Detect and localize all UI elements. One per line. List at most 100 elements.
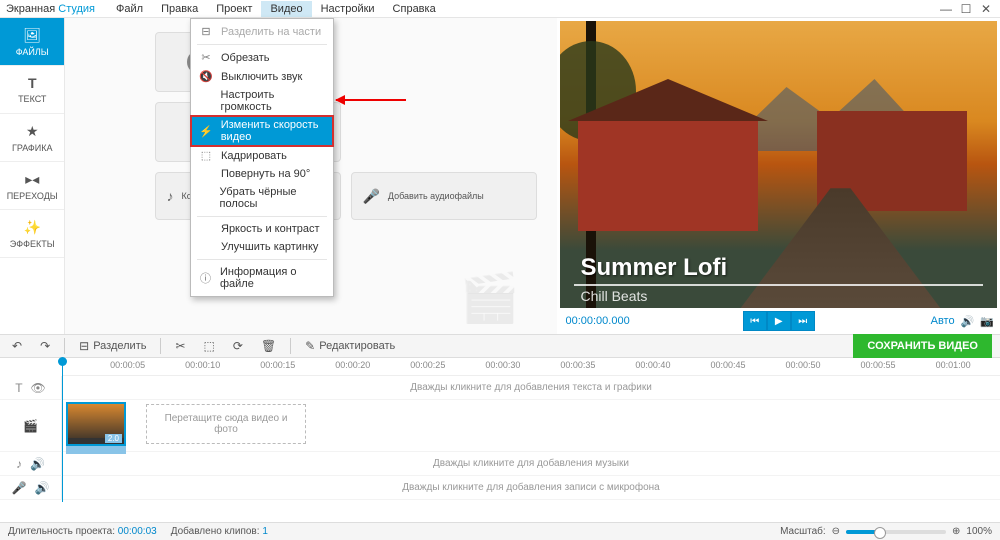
app-name: Экранная Студия	[6, 3, 95, 15]
split-button[interactable]: ⊟Разделить	[75, 337, 150, 355]
track-mic[interactable]: 🎤🔊 Дважды кликните для добавления записи…	[0, 476, 1000, 500]
speaker-icon[interactable]: 🔊	[30, 457, 45, 471]
delete-button[interactable]: 🗑	[257, 337, 280, 355]
split-icon: ⊟	[199, 25, 213, 38]
clip-thumbnail	[68, 404, 124, 438]
preview-pane: Summer Lofi Chill Beats 00:00:00.000 ⏮ ▶…	[557, 18, 1000, 334]
mute-icon: 🔇	[199, 70, 213, 83]
zoom-label: Масштаб:	[780, 526, 826, 537]
dd-brightness[interactable]: Яркость и контраст	[191, 220, 333, 238]
preview-title: Summer Lofi	[580, 254, 727, 282]
dd-volume[interactable]: Настроить громкость	[191, 86, 333, 116]
music-track-icon: ♪	[16, 457, 22, 471]
redo-icon: ↷	[40, 339, 50, 353]
tab-transitions[interactable]: ▸◂ПЕРЕХОДЫ	[0, 162, 64, 210]
dd-rotate[interactable]: Повернуть на 90°	[191, 165, 333, 183]
video-dropzone[interactable]: Перетащите сюда видео и фото	[146, 404, 306, 444]
menu-edit[interactable]: Правка	[152, 1, 207, 17]
split-icon: ⊟	[79, 339, 89, 353]
playhead[interactable]	[62, 358, 63, 502]
separator	[197, 216, 327, 217]
window-controls: — ☐ ✕	[938, 2, 994, 16]
zoom-out-button[interactable]: ⊖	[832, 526, 840, 537]
annotation-arrow	[336, 92, 416, 108]
dd-enhance[interactable]: Улучшить картинку	[191, 238, 333, 256]
close-icon[interactable]: ✕	[978, 2, 994, 16]
effects-icon: ✨	[24, 219, 41, 236]
duration-label: Длительность проекта: 00:00:03	[8, 526, 157, 537]
transitions-icon: ▸◂	[25, 171, 39, 188]
text-track-icon: T	[15, 381, 22, 395]
cut-button[interactable]: ✂	[171, 337, 189, 355]
video-clip[interactable]: 2.0	[66, 402, 126, 446]
dd-crop[interactable]: ⬚Кадрировать	[191, 146, 333, 165]
menu-settings[interactable]: Настройки	[312, 1, 384, 17]
crop-icon: ⬚	[204, 339, 215, 353]
auto-label[interactable]: Авто	[931, 315, 955, 327]
clip-speed-badge: 2.0	[105, 434, 122, 443]
preview-scrubber[interactable]	[574, 284, 983, 286]
menubar: Файл Правка Проект Видео Настройки Справ…	[107, 1, 445, 17]
speed-icon: ⚡	[199, 125, 213, 138]
tab-text[interactable]: TТЕКСТ	[0, 66, 64, 114]
dd-blackbars[interactable]: Убрать чёрные полосы	[191, 183, 333, 213]
info-icon: ⓘ	[199, 270, 212, 286]
sidebar: 🖼ФАЙЛЫ TТЕКСТ ★ГРАФИКА ▸◂ПЕРЕХОДЫ ✨ЭФФЕК…	[0, 18, 65, 334]
trash-icon: 🗑	[261, 339, 276, 353]
watermark-icon: 🎬	[460, 269, 520, 326]
separator	[197, 44, 327, 45]
minimize-icon[interactable]: —	[938, 2, 954, 16]
titlebar: Экранная Студия Файл Правка Проект Видео…	[0, 0, 1000, 18]
refresh-icon: ⟳	[233, 339, 243, 353]
redo-button[interactable]: ↷	[36, 337, 54, 355]
pencil-icon: ✎	[305, 339, 315, 353]
track-video[interactable]: 🎬 2.0 Перетащите сюда видео и фото	[0, 400, 1000, 452]
speaker-icon[interactable]: 🔊	[35, 481, 50, 495]
prev-frame-button[interactable]: ⏮	[743, 311, 767, 331]
dd-mute[interactable]: 🔇Выключить звук	[191, 67, 333, 86]
timeline: 00:00:05 00:00:10 00:00:15 00:00:20 00:0…	[0, 358, 1000, 522]
tab-graphics[interactable]: ★ГРАФИКА	[0, 114, 64, 162]
zoom-slider[interactable]	[846, 530, 946, 534]
files-icon: 🖼	[23, 27, 41, 44]
timeline-toolbar: ↶ ↷ ⊟Разделить ✂ ⬚ ⟳ 🗑 ✎Редактировать СО…	[0, 334, 1000, 358]
play-button[interactable]: ▶	[767, 311, 791, 331]
dd-speed[interactable]: ⚡Изменить скорость видео	[191, 116, 333, 146]
dd-trim[interactable]: ✂Обрезать	[191, 48, 333, 67]
zoom-in-button[interactable]: ⊕	[952, 526, 960, 537]
music-icon: ♪	[166, 188, 173, 204]
preview-viewport[interactable]: Summer Lofi Chill Beats	[560, 21, 997, 308]
dd-info[interactable]: ⓘИнформация о файле	[191, 263, 333, 293]
maximize-icon[interactable]: ☐	[958, 2, 974, 16]
trim-icon: ✂	[199, 51, 213, 64]
tab-effects[interactable]: ✨ЭФФЕКТЫ	[0, 210, 64, 258]
track-text[interactable]: T👁 Дважды кликните для добавления текста…	[0, 376, 1000, 400]
menu-video[interactable]: Видео	[261, 1, 311, 17]
menu-file[interactable]: Файл	[107, 1, 152, 17]
next-frame-button[interactable]: ⏭	[791, 311, 815, 331]
tab-files[interactable]: 🖼ФАЙЛЫ	[0, 18, 64, 66]
time-ruler[interactable]: 00:00:05 00:00:10 00:00:15 00:00:20 00:0…	[62, 358, 1000, 376]
menu-project[interactable]: Проект	[207, 1, 261, 17]
zoom-value: 100%	[966, 526, 992, 537]
edit-button[interactable]: ✎Редактировать	[301, 337, 399, 355]
eye-icon[interactable]: 👁	[31, 381, 46, 395]
undo-icon: ↶	[12, 339, 22, 353]
refresh-button[interactable]: ⟳	[229, 337, 247, 355]
separator	[197, 259, 327, 260]
undo-button[interactable]: ↶	[8, 337, 26, 355]
mic-icon: 🎤	[362, 188, 379, 205]
dd-split: ⊟Разделить на части	[191, 22, 333, 41]
tile-audio[interactable]: 🎤Добавить аудиофайлы	[351, 172, 537, 220]
scissors-icon: ✂	[175, 339, 185, 353]
text-icon: T	[28, 75, 37, 91]
snapshot-icon[interactable]: 📷	[980, 315, 994, 328]
save-video-button[interactable]: СОХРАНИТЬ ВИДЕО	[853, 334, 992, 358]
graphics-icon: ★	[26, 123, 39, 140]
timecode: 00:00:00.000	[565, 315, 629, 327]
menu-help[interactable]: Справка	[384, 1, 445, 17]
preview-subtitle: Chill Beats	[580, 288, 647, 304]
sound-icon[interactable]: 🔊	[961, 315, 975, 328]
track-music[interactable]: ♪🔊 Дважды кликните для добавления музыки	[0, 452, 1000, 476]
crop-tool-button[interactable]: ⬚	[200, 337, 219, 355]
